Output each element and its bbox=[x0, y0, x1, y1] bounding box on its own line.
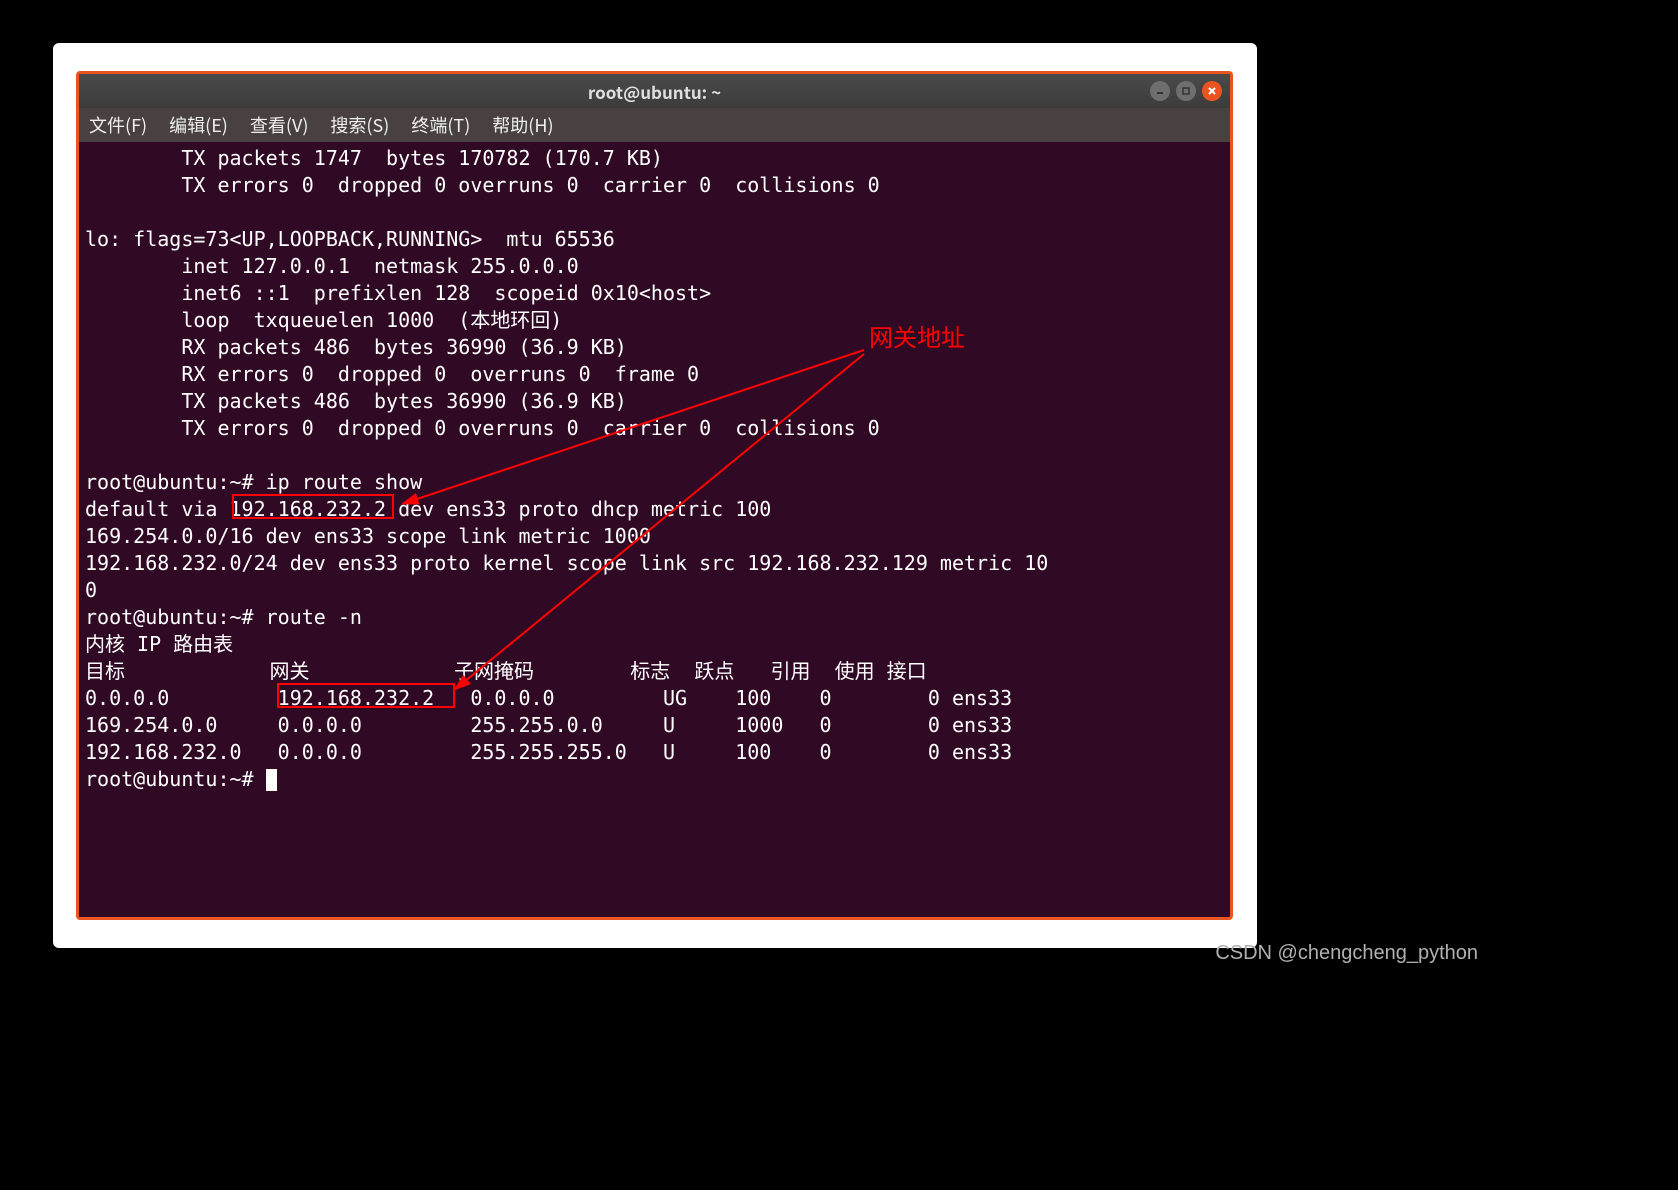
term-line: 169.254.0.0 0.0.0.0 255.255.0.0 U 1000 0… bbox=[85, 713, 1012, 737]
close-button[interactable] bbox=[1202, 81, 1222, 101]
term-line: root@ubuntu:~# ip route show bbox=[85, 470, 422, 494]
terminal-window: root@ubuntu: ~ 文件(F) 编辑(E) 查看(V) 搜索(S) 终… bbox=[76, 71, 1233, 920]
menu-bar: 文件(F) 编辑(E) 查看(V) 搜索(S) 终端(T) 帮助(H) bbox=[79, 108, 1230, 142]
term-line: 0.0.0.0 192.168.232.2 0.0.0.0 UG 100 0 0… bbox=[85, 686, 1012, 710]
term-line: loop txqueuelen 1000 (本地环回) bbox=[85, 308, 562, 332]
term-line: 192.168.232.0 0.0.0.0 255.255.255.0 U 10… bbox=[85, 740, 1012, 764]
terminal-output[interactable]: TX packets 1747 bytes 170782 (170.7 KB) … bbox=[79, 142, 1230, 920]
menu-terminal[interactable]: 终端(T) bbox=[409, 109, 472, 141]
term-line: inet 127.0.0.1 netmask 255.0.0.0 bbox=[85, 254, 579, 278]
term-line: 192.168.232.0/24 dev ens33 proto kernel … bbox=[85, 551, 1048, 575]
term-line: RX errors 0 dropped 0 overruns 0 frame 0 bbox=[85, 362, 699, 386]
highlight-gateway-2 bbox=[277, 683, 455, 708]
term-line: default via 192.168.232.2 dev ens33 prot… bbox=[85, 497, 783, 521]
menu-search[interactable]: 搜索(S) bbox=[328, 109, 391, 141]
screenshot-frame: root@ubuntu: ~ 文件(F) 编辑(E) 查看(V) 搜索(S) 终… bbox=[53, 43, 1257, 948]
term-line: 内核 IP 路由表 bbox=[85, 632, 233, 656]
maximize-icon bbox=[1181, 86, 1191, 96]
term-line: root@ubuntu:~# bbox=[85, 767, 266, 791]
term-line: TX errors 0 dropped 0 overruns 0 carrier… bbox=[85, 416, 880, 440]
term-line: 169.254.0.0/16 dev ens33 scope link metr… bbox=[85, 524, 663, 548]
term-line: inet6 ::1 prefixlen 128 scopeid 0x10<hos… bbox=[85, 281, 711, 305]
window-title: root@ubuntu: ~ bbox=[588, 79, 721, 104]
term-line: TX errors 0 dropped 0 overruns 0 carrier… bbox=[85, 173, 880, 197]
cursor-icon bbox=[266, 769, 277, 791]
minimize-button[interactable] bbox=[1150, 81, 1170, 101]
menu-edit[interactable]: 编辑(E) bbox=[167, 109, 230, 141]
menu-file[interactable]: 文件(F) bbox=[87, 109, 149, 141]
window-controls bbox=[1150, 81, 1222, 101]
term-line: RX packets 486 bytes 36990 (36.9 KB) bbox=[85, 335, 627, 359]
term-line: TX packets 486 bytes 36990 (36.9 KB) bbox=[85, 389, 627, 413]
term-line: TX packets 1747 bytes 170782 (170.7 KB) bbox=[85, 146, 663, 170]
term-line: lo: flags=73<UP,LOOPBACK,RUNNING> mtu 65… bbox=[85, 227, 615, 251]
menu-help[interactable]: 帮助(H) bbox=[490, 109, 555, 141]
minimize-icon bbox=[1155, 86, 1165, 96]
annotation-gateway-label: 网关地址 bbox=[869, 326, 965, 353]
watermark-text: CSDN @chengcheng_python bbox=[1215, 942, 1478, 965]
highlight-gateway-1 bbox=[232, 494, 394, 519]
window-titlebar[interactable]: root@ubuntu: ~ bbox=[79, 74, 1230, 108]
term-line: 目标 网关 子网掩码 标志 跃点 引用 使用 接口 bbox=[85, 659, 927, 683]
maximize-button[interactable] bbox=[1176, 81, 1196, 101]
close-icon bbox=[1207, 86, 1217, 96]
term-line: root@ubuntu:~# route -n bbox=[85, 605, 362, 629]
menu-view[interactable]: 查看(V) bbox=[248, 109, 311, 141]
term-line: 0 bbox=[85, 578, 109, 602]
